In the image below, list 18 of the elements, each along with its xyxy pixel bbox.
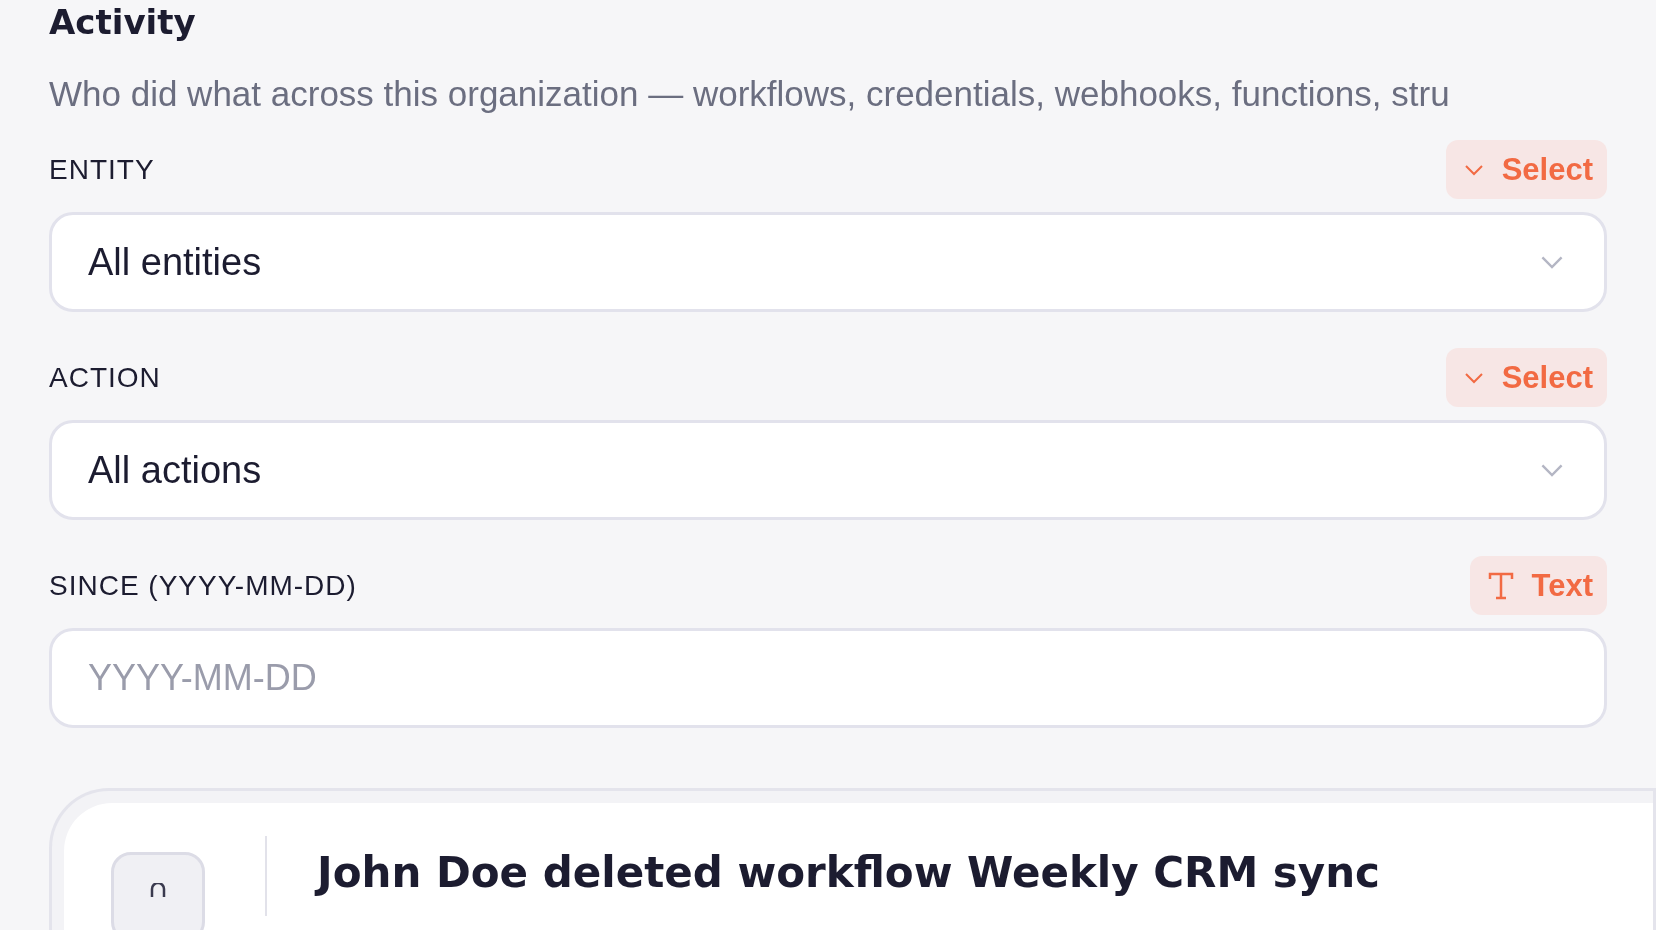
chevron-icon (1463, 371, 1484, 384)
chevron-down-icon (1540, 462, 1564, 478)
badge-label: Text (1531, 567, 1593, 604)
chevron-down-icon (1540, 254, 1564, 270)
select-field[interactable]: All entities (49, 212, 1607, 312)
field-label: ENTITY (49, 153, 155, 186)
badge-label: Select (1501, 359, 1593, 396)
select-value: All actions (88, 448, 262, 492)
select-field[interactable]: All actions (49, 420, 1607, 520)
page-title: Activity (49, 2, 196, 42)
text-icon (1487, 570, 1514, 601)
field-label: ACTION (49, 361, 161, 394)
badge-label: Select (1501, 151, 1593, 188)
chevron-icon (1463, 163, 1484, 176)
page-description: Who did what across this organization — workflows, credentials, webhooks, functions, stru (49, 73, 1450, 115)
date-input-field[interactable]: YYYY-MM-DD (49, 628, 1607, 728)
field-label: SINCE (YYYY-MM-DD) (49, 569, 357, 602)
select-value: All entities (88, 240, 262, 284)
